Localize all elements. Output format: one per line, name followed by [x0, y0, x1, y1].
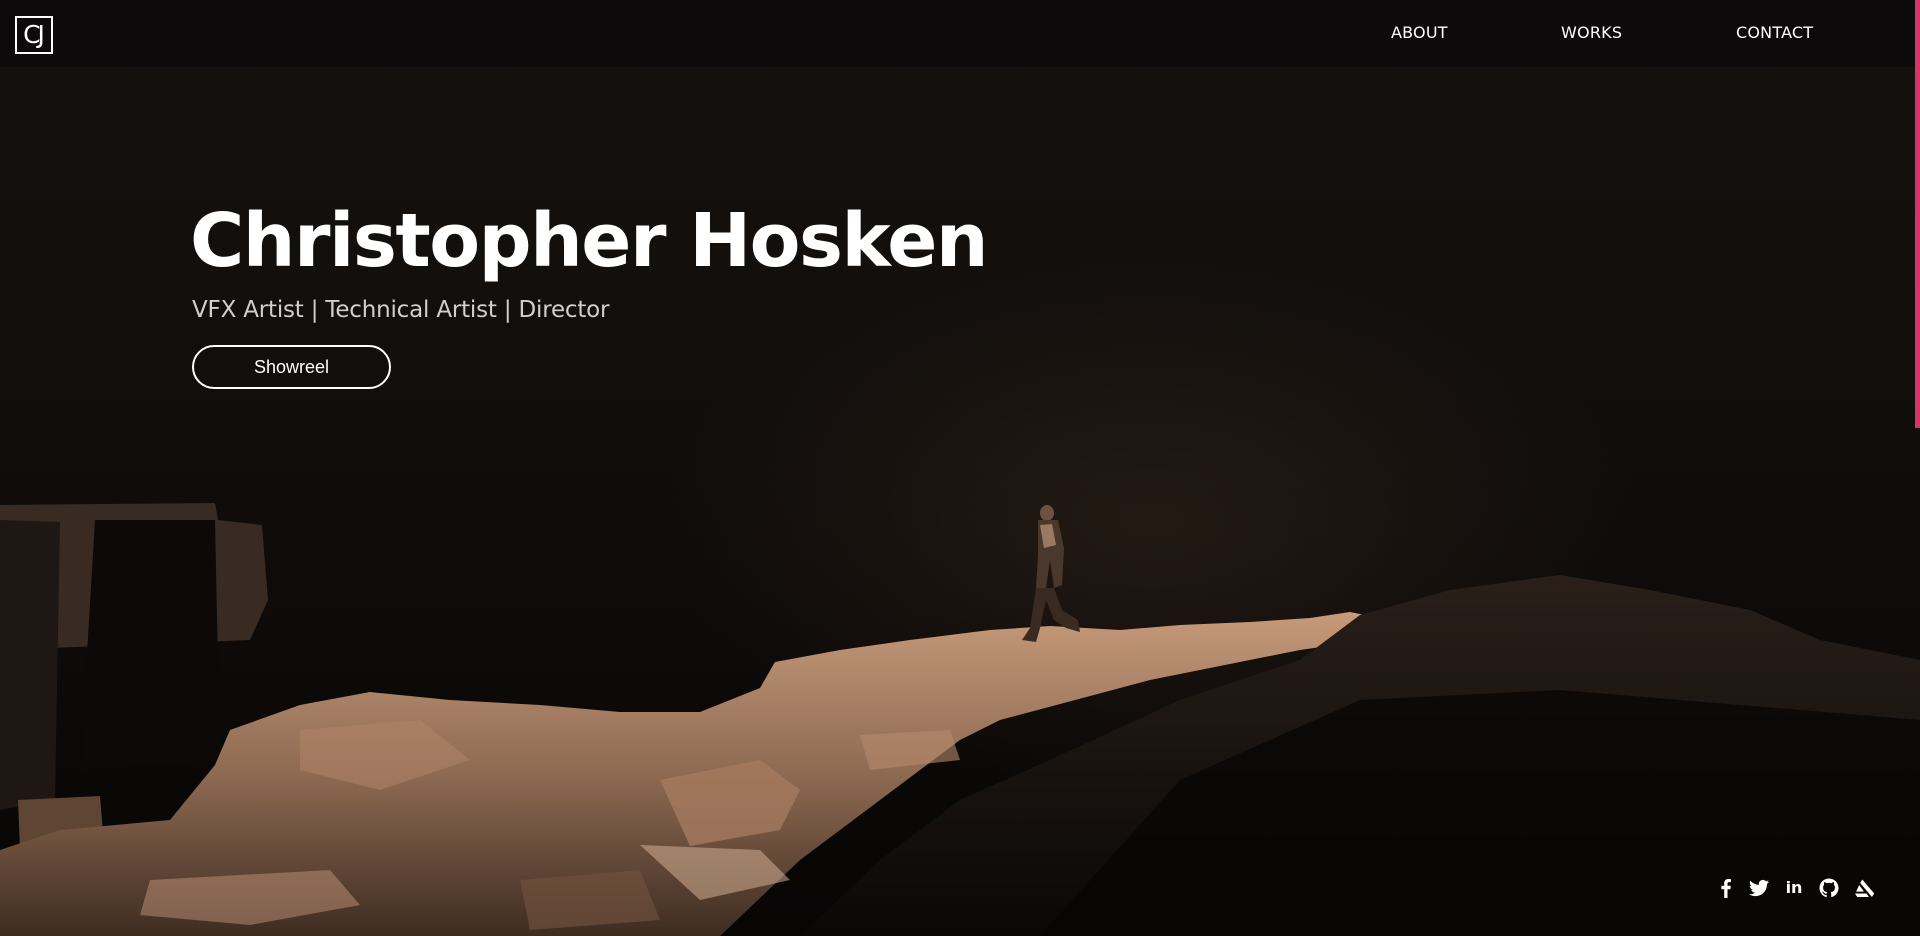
hero-subtitle: VFX Artist | Technical Artist | Director [192, 297, 610, 323]
scroll-indicator[interactable] [1915, 0, 1920, 428]
hero-section: CJ ABOUT WORKS CONTACT Christopher Hoske… [0, 0, 1920, 936]
walking-figure [1022, 505, 1080, 642]
showreel-button[interactable]: Showreel [192, 345, 391, 389]
linkedin-icon[interactable]: in [1782, 876, 1806, 900]
facebook-icon[interactable] [1714, 876, 1738, 900]
twitter-icon[interactable] [1747, 876, 1771, 900]
nav-about[interactable]: ABOUT [1391, 23, 1448, 43]
github-icon[interactable] [1817, 876, 1841, 900]
top-navbar: CJ ABOUT WORKS CONTACT [0, 0, 1920, 67]
artstation-icon[interactable] [1853, 876, 1877, 900]
nav-contact[interactable]: CONTACT [1736, 23, 1813, 43]
site-logo[interactable]: CJ [15, 16, 53, 54]
nav-works[interactable]: WORKS [1561, 23, 1622, 43]
linkedin-glyph: in [1785, 878, 1803, 897]
hero-title: Christopher Hosken [190, 198, 989, 284]
background-image [0, 503, 1920, 936]
